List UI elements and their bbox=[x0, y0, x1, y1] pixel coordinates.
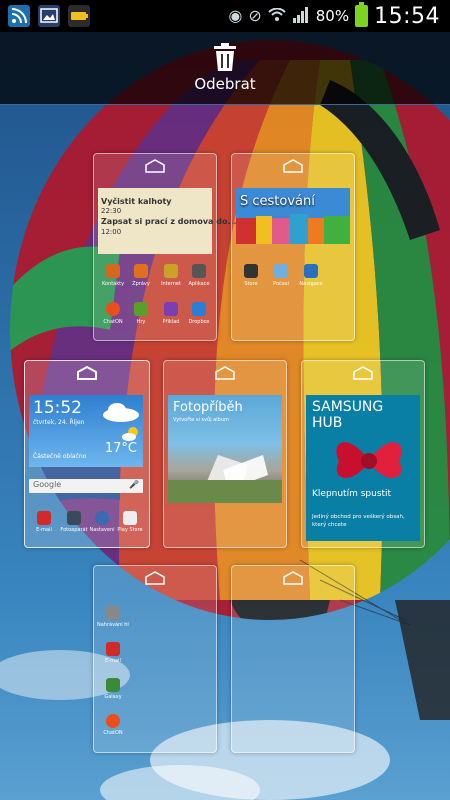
memo-line2: Zapsat si prací z domova do... bbox=[101, 217, 237, 226]
story-title: Fotopříběh bbox=[173, 400, 243, 415]
app-label: Play Store bbox=[117, 527, 143, 533]
app-label: Navigace bbox=[299, 281, 323, 287]
store-icon[interactable] bbox=[244, 264, 258, 278]
travel-title: S cestování bbox=[240, 194, 315, 209]
voice-recorder-icon[interactable] bbox=[106, 606, 120, 620]
weather-icon[interactable] bbox=[274, 264, 288, 278]
memo-widget[interactable]: Vyčistit kalhoty 22:30 Zapsat si prací z… bbox=[98, 188, 237, 254]
app-label: Zprávy bbox=[132, 281, 150, 287]
apps-icon[interactable] bbox=[192, 264, 206, 278]
home-screen-page-5[interactable]: SAMSUNG HUB Klepnutím spustit Jediný obc… bbox=[301, 360, 425, 548]
app-label: ChatON bbox=[103, 730, 123, 736]
app-label: Store bbox=[244, 281, 258, 287]
weather-temperature: 17°C bbox=[104, 441, 137, 456]
signal-icon bbox=[292, 6, 310, 26]
clock: 15:54 bbox=[374, 3, 440, 29]
galaxy-icon[interactable] bbox=[106, 678, 120, 692]
home-screen-page-7-empty[interactable] bbox=[231, 565, 355, 753]
remove-label: Odebrat bbox=[194, 75, 256, 93]
hub-description-2: který chcete bbox=[312, 522, 347, 528]
chaton-icon[interactable] bbox=[106, 302, 120, 316]
weather-condition: Částečně oblačno bbox=[33, 453, 87, 460]
home-screen-page-2[interactable]: S cestování Store Počasí Navigace bbox=[231, 153, 355, 341]
battery-icon bbox=[355, 2, 369, 27]
status-bar: ◉ ⊘ 80% 15:54 bbox=[0, 0, 450, 32]
home-icon[interactable] bbox=[144, 159, 166, 173]
hub-title-2: HUB bbox=[312, 415, 343, 431]
trash-icon bbox=[214, 43, 236, 71]
app-label: Hry bbox=[136, 319, 146, 325]
story-subtitle: Vytvořte si svůj album bbox=[173, 417, 229, 423]
gallery-icon[interactable] bbox=[38, 5, 60, 27]
app-label: E-mail bbox=[36, 527, 52, 533]
home-icon[interactable] bbox=[282, 571, 304, 585]
wifi-icon bbox=[268, 7, 286, 25]
home-icon[interactable] bbox=[214, 366, 236, 380]
hub-description: Jediný obchod pro veškerý obsah, bbox=[312, 514, 405, 520]
email-icon[interactable] bbox=[37, 511, 51, 525]
mic-icon[interactable]: 🎤 bbox=[129, 480, 139, 489]
battery-app-icon[interactable] bbox=[68, 5, 90, 27]
memo-time2: 12:00 bbox=[101, 228, 122, 236]
app-label: E-mail bbox=[105, 658, 121, 664]
home-screen-page-1[interactable]: Vyčistit kalhoty 22:30 Zapsat si prací z… bbox=[93, 153, 237, 341]
dropbox-icon[interactable] bbox=[192, 302, 206, 316]
memo-time1: 22:30 bbox=[101, 207, 122, 215]
internet-icon[interactable] bbox=[164, 264, 178, 278]
eye-icon: ◉ bbox=[228, 6, 243, 25]
messages-icon[interactable] bbox=[134, 264, 148, 278]
story-album-widget[interactable]: Fotopříběh Vytvořte si svůj album bbox=[168, 395, 282, 503]
app-label: Galaxy bbox=[104, 694, 122, 700]
google-search-bar[interactable]: Google 🎤 bbox=[29, 479, 143, 493]
app-label: Dropbox bbox=[188, 319, 210, 325]
app-label: Aplikace bbox=[188, 281, 210, 287]
rss-icon[interactable] bbox=[8, 5, 30, 27]
google-label: Google bbox=[33, 480, 62, 489]
email-icon[interactable] bbox=[106, 642, 120, 656]
travel-widget[interactable]: S cestování bbox=[236, 188, 350, 244]
partly-cloudy-icon bbox=[122, 427, 138, 441]
weather-widget[interactable]: 15:52 čtvrtek, 24. Říjen Částečně oblačn… bbox=[29, 395, 143, 467]
chaton-icon[interactable] bbox=[106, 714, 120, 728]
home-icon[interactable] bbox=[282, 159, 304, 173]
home-screen-page-4[interactable]: Fotopříběh Vytvořte si svůj album bbox=[163, 360, 287, 548]
remove-drop-zone[interactable]: Odebrat bbox=[0, 32, 450, 105]
samsung-hub-widget[interactable]: SAMSUNG HUB Klepnutím spustit Jediný obc… bbox=[306, 395, 420, 541]
home-icon[interactable] bbox=[144, 571, 166, 585]
home-icon[interactable] bbox=[76, 366, 98, 380]
hub-title: SAMSUNG bbox=[312, 399, 384, 415]
mute-icon: ⊘ bbox=[248, 6, 262, 25]
app-label: Nahrávání hlasu bbox=[97, 622, 129, 628]
settings-icon[interactable] bbox=[95, 511, 109, 525]
hub-start-label: Klepnutím spustit bbox=[312, 489, 392, 499]
home-screen-page-3-current[interactable]: 15:52 čtvrtek, 24. Říjen Částečně oblačn… bbox=[24, 360, 150, 548]
gift-bow-image bbox=[336, 442, 402, 478]
home-screen-page-6[interactable]: Nahrávání hlasu E-mail Galaxy ChatON bbox=[93, 565, 217, 753]
weather-date: čtvrtek, 24. Říjen bbox=[33, 419, 85, 426]
memo-line1: Vyčistit kalhoty bbox=[101, 197, 172, 206]
contacts-icon[interactable] bbox=[106, 264, 120, 278]
video-icon[interactable] bbox=[164, 302, 178, 316]
camera-icon[interactable] bbox=[67, 511, 81, 525]
games-icon[interactable] bbox=[134, 302, 148, 316]
cloud-icon bbox=[103, 403, 139, 422]
app-label: Počasí bbox=[273, 281, 289, 287]
home-icon[interactable] bbox=[352, 366, 374, 380]
play-store-icon[interactable] bbox=[123, 511, 137, 525]
navigation-icon[interactable] bbox=[304, 264, 318, 278]
battery-percentage: 80% bbox=[315, 7, 350, 25]
weather-time: 15:52 bbox=[33, 398, 82, 418]
